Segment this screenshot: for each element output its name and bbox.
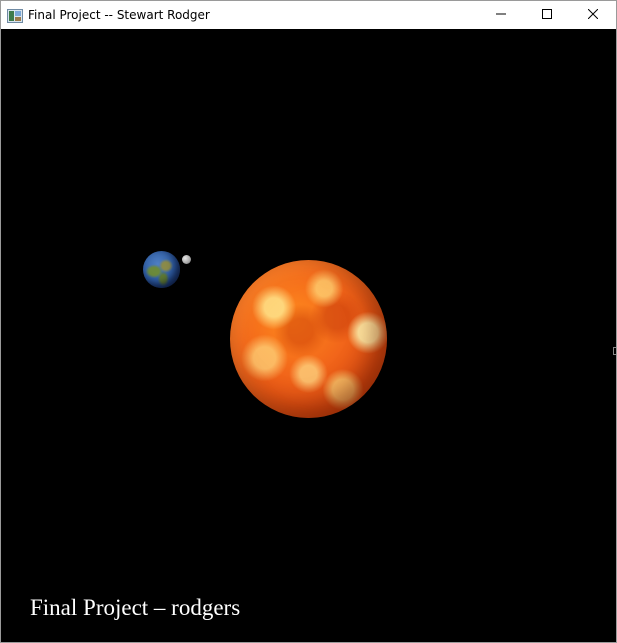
scene-caption: Final Project – rodgers xyxy=(30,595,241,620)
maximize-button[interactable] xyxy=(524,1,570,27)
resize-handle[interactable] xyxy=(613,347,616,355)
earth-sphere xyxy=(143,251,180,288)
render-viewport[interactable]: Final Project – rodgers xyxy=(1,29,616,642)
app-window: Final Project -- Stewart Rodger Final Pr… xyxy=(0,0,617,643)
close-icon xyxy=(588,9,598,19)
maximize-icon xyxy=(542,9,552,19)
close-button[interactable] xyxy=(570,1,616,27)
title-bar[interactable]: Final Project -- Stewart Rodger xyxy=(1,1,616,29)
minimize-icon xyxy=(496,13,506,15)
window-title: Final Project -- Stewart Rodger xyxy=(28,8,210,22)
window-app-icon[interactable] xyxy=(7,8,23,23)
moon-sphere xyxy=(182,255,191,264)
minimize-button[interactable] xyxy=(478,1,524,27)
sun-sphere xyxy=(230,260,387,418)
window-controls xyxy=(478,1,616,29)
